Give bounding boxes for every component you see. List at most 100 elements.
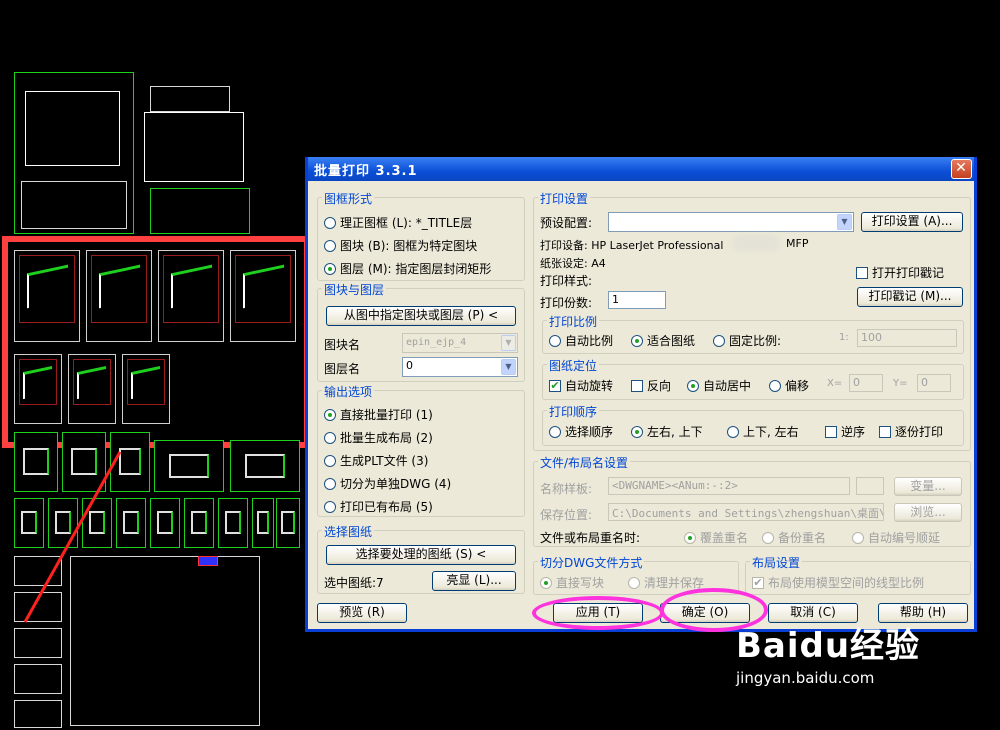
y-offset-input: 0 <box>917 374 951 392</box>
checkbox-icon <box>631 379 643 392</box>
order-option-selection[interactable]: 选择顺序 <box>549 423 613 440</box>
checkmark-icon: ✔ <box>752 575 764 589</box>
scale-option-fixed[interactable]: 固定比例: <box>713 332 781 349</box>
layout-linetype-checkbox: ✔ 布局使用模型空间的线型比例 <box>752 575 925 590</box>
open-print-stamp-checkbox[interactable]: 打开打印戳记 <box>856 264 944 281</box>
order-option-lr-tb[interactable]: 左右, 上下 <box>631 423 703 440</box>
copies-input[interactable]: 1 <box>608 291 666 309</box>
frame-type-option-block[interactable]: 图块 (B): 图框为特定图块 <box>324 237 477 254</box>
rename-option-overwrite: 覆盖重名 <box>684 529 748 546</box>
radio-icon <box>549 425 561 438</box>
print-scale-group: 打印比例 自动比例 适合图纸 固定比例: 1: 100 <box>542 313 964 354</box>
highlight-button[interactable]: 亮显 (L)... <box>432 571 516 591</box>
select-sheets-group: 选择图纸 选择要处理的图纸 (S) < 选中图纸:7 亮显 (L)... <box>317 523 525 594</box>
position-option-offset[interactable]: 偏移 <box>769 377 809 394</box>
cad-drawing-area[interactable] <box>0 0 310 730</box>
x-offset-input: 0 <box>849 374 883 392</box>
close-icon[interactable]: ✕ <box>951 159 972 179</box>
radio-icon <box>713 334 725 347</box>
block-layer-group: 图块与图层 从图中指定图块或图层 (P) < 图块名 epin_ejp_4 ▼ … <box>317 281 525 382</box>
rename-label: 文件或布局重名时: <box>540 531 641 545</box>
frame-type-group: 图框形式 理正图框 (L): *_TITLE层 图块 (B): 图框为特定图块 … <box>317 190 525 281</box>
rename-option-auto-number: 自动编号顺延 <box>852 529 940 546</box>
layer-name-combo[interactable]: 0 ▼ <box>402 357 518 377</box>
order-option-tb-lr[interactable]: 上下, 左右 <box>727 423 799 440</box>
reverse-order-checkbox[interactable]: 逆序 <box>825 423 865 440</box>
print-settings-title: 打印设置 <box>538 190 591 207</box>
frame-type-option-title[interactable]: 理正图框 (L): *_TITLE层 <box>324 214 472 231</box>
split-option-purge-save: 清理并保存 <box>628 574 704 591</box>
preset-combo[interactable]: ▼ <box>608 212 854 232</box>
radio-icon <box>324 500 336 513</box>
output-option-split-dwg[interactable]: 切分为单独DWG (4) <box>324 475 451 492</box>
radio-selected-icon <box>687 379 699 392</box>
collate-checkbox[interactable]: 逐份打印 <box>879 423 943 440</box>
scale-option-fit[interactable]: 适合图纸 <box>631 332 695 349</box>
dialog-titlebar[interactable]: 批量打印 3.3.1 ✕ <box>308 157 974 181</box>
print-style-label: 打印样式: <box>540 274 593 288</box>
radio-icon <box>324 477 336 490</box>
block-layer-title: 图块与图层 <box>322 281 387 298</box>
watermark-brand: Baidu经验 <box>736 626 921 666</box>
radio-selected-icon <box>324 408 336 421</box>
output-options-title: 输出选项 <box>322 383 375 400</box>
name-template-input: <DWGNAME><ANum:-:2> <box>608 477 850 495</box>
output-option-print-layouts[interactable]: 打印已有布局 (5) <box>324 498 433 515</box>
variables-button: 变量... <box>894 477 962 496</box>
watermark-url: jingyan.baidu.com <box>736 669 875 687</box>
scale-option-auto[interactable]: 自动比例 <box>549 332 613 349</box>
checkmark-icon: ✔ <box>549 378 561 392</box>
position-option-center[interactable]: 自动居中 <box>687 377 751 394</box>
layout-settings-group: 布局设置 ✔ 布局使用模型空间的线型比例 <box>745 554 971 595</box>
auto-rotate-checkbox[interactable]: ✔ 自动旋转 <box>549 377 613 394</box>
output-option-generate-layout[interactable]: 批量生成布局 (2) <box>324 429 433 446</box>
block-name-combo: epin_ejp_4 ▼ <box>402 333 518 353</box>
name-template-label: 名称样板: <box>540 482 593 496</box>
output-option-plt[interactable]: 生成PLT文件 (3) <box>324 452 428 469</box>
layout-settings-title: 布局设置 <box>750 554 803 571</box>
y-offset-label: Y= <box>893 378 908 389</box>
radio-icon <box>324 239 336 252</box>
print-settings-button[interactable]: 打印设置 (A)... <box>861 212 963 232</box>
frame-type-option-layer[interactable]: 图层 (M): 指定图层封闭矩形 <box>324 260 491 277</box>
radio-icon <box>549 334 561 347</box>
pick-block-layer-button[interactable]: 从图中指定图块或图层 (P) < <box>326 306 516 326</box>
device-label: 打印设备: HP LaserJet Professional <box>540 239 724 252</box>
print-order-title: 打印顺序 <box>547 403 600 420</box>
paper-label: 纸张设定: A4 <box>540 257 606 270</box>
radio-selected-icon <box>324 262 336 275</box>
layer-name-label: 图层名 <box>324 362 361 376</box>
radio-selected-icon <box>631 425 643 438</box>
copies-label: 打印份数: <box>540 296 593 310</box>
device-suffix: MFP <box>786 237 809 250</box>
print-stamp-button[interactable]: 打印戳记 (M)... <box>857 287 963 307</box>
radio-icon <box>762 531 774 544</box>
save-location-input: C:\Documents and Settings\zhengshuan\桌面\… <box>608 503 884 521</box>
split-option-write-block: 直接写块 <box>540 574 604 591</box>
select-sheets-button[interactable]: 选择要处理的图纸 (S) < <box>326 545 516 565</box>
radio-icon <box>324 454 336 467</box>
ratio-input: 100 <box>857 329 957 347</box>
reverse-checkbox[interactable]: 反向 <box>631 377 671 394</box>
output-options-group: 输出选项 直接批量打印 (1) 批量生成布局 (2) 生成PLT文件 (3) 切… <box>317 383 525 517</box>
name-template-extra <box>856 477 884 495</box>
chevron-down-icon[interactable]: ▼ <box>501 359 516 375</box>
print-settings-group: 打印设置 预设配置: ▼ 打印设置 (A)... 打印设备: HP LaserJ… <box>533 190 971 451</box>
redacted-area <box>732 235 780 251</box>
radio-selected-icon <box>540 576 552 589</box>
batch-print-dialog: 批量打印 3.3.1 ✕ 图框形式 理正图框 (L): *_TITLE层 图块 … <box>305 157 977 632</box>
radio-icon <box>852 531 864 544</box>
annotation-circle-apply <box>532 596 664 630</box>
chevron-down-icon[interactable]: ▼ <box>837 214 852 230</box>
radio-icon <box>324 216 336 229</box>
paper-position-title: 图纸定位 <box>547 357 600 374</box>
radio-selected-icon <box>631 334 643 347</box>
save-location-label: 保存位置: <box>540 508 593 522</box>
frame-type-title: 图框形式 <box>322 190 375 207</box>
output-option-direct-print[interactable]: 直接批量打印 (1) <box>324 406 433 423</box>
baidu-watermark: Baidu经验 jingyan.baidu.com <box>736 618 920 687</box>
radio-icon <box>628 576 640 589</box>
preview-button[interactable]: 预览 (R) <box>317 603 407 623</box>
block-name-label: 图块名 <box>324 338 361 352</box>
split-dwg-title: 切分DWG文件方式 <box>538 554 645 571</box>
